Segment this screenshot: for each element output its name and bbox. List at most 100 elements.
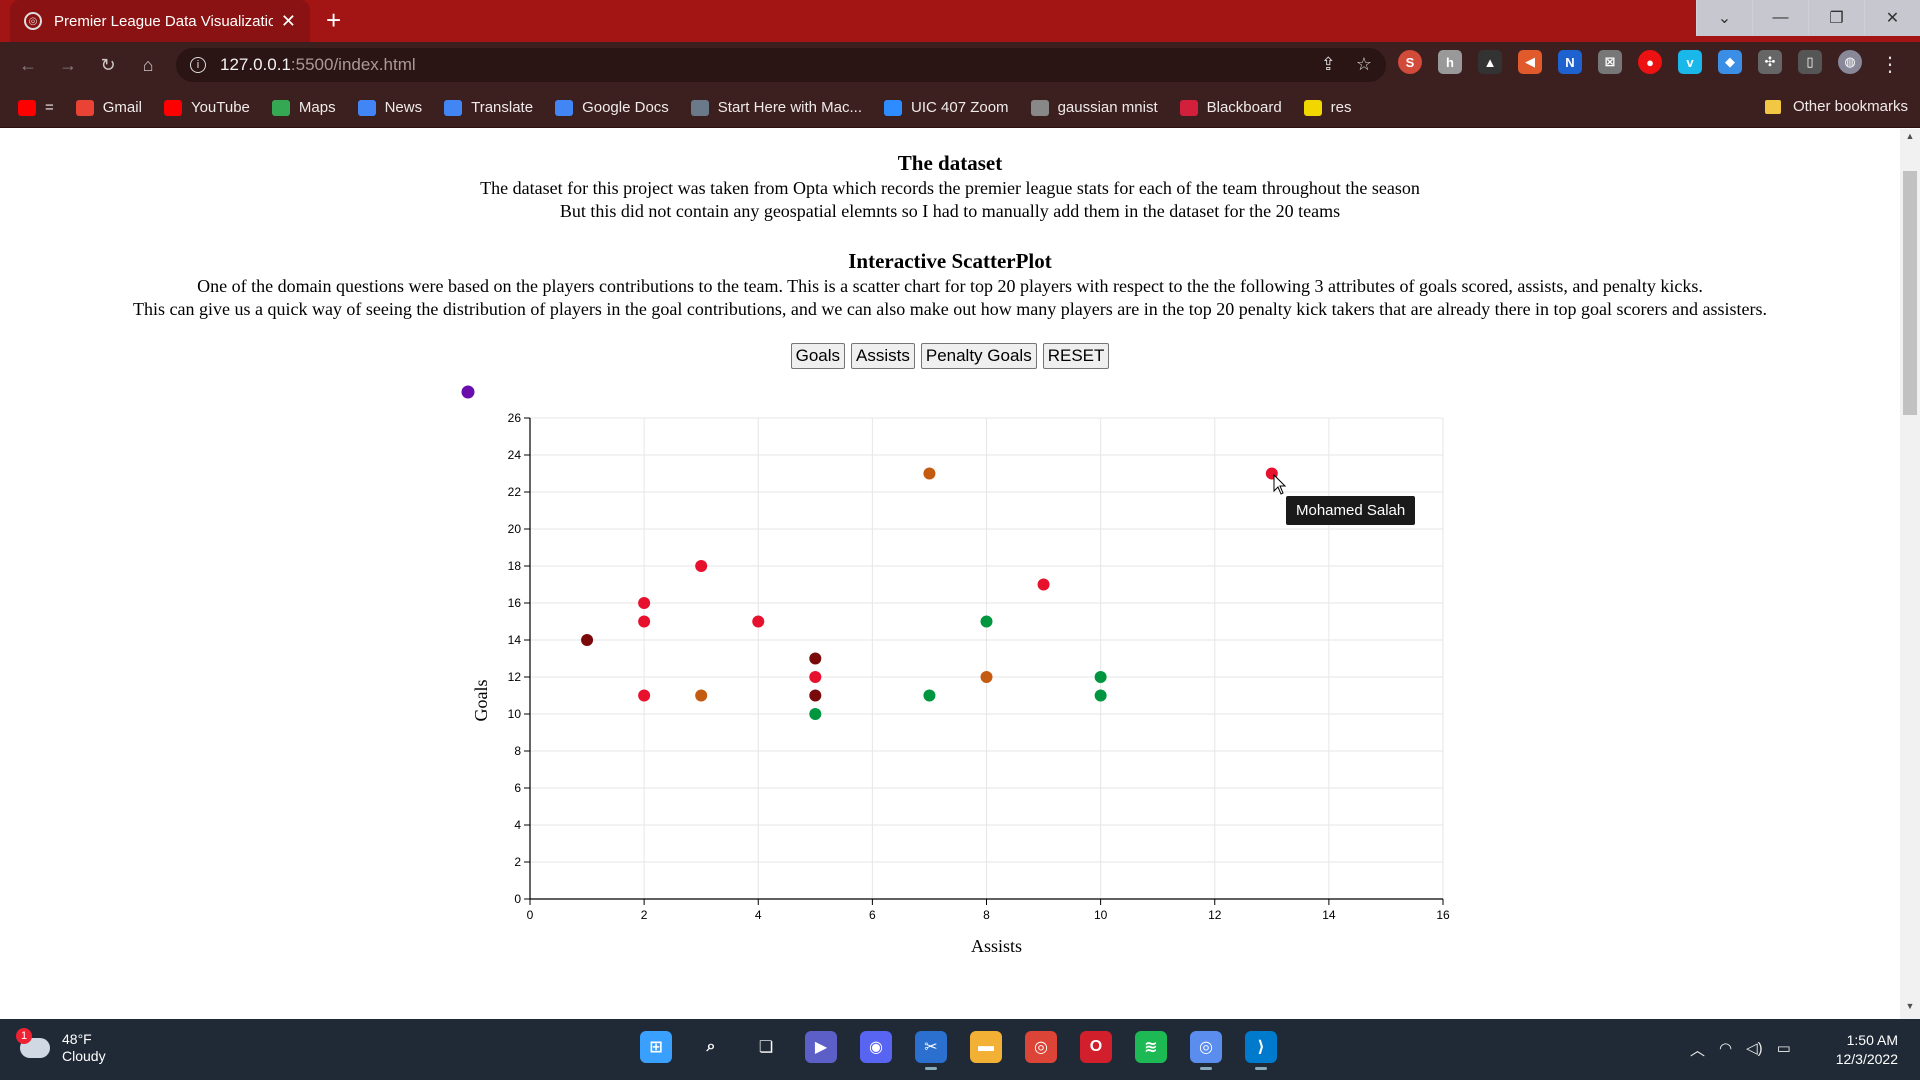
bookmark-item[interactable]: News — [357, 99, 422, 116]
tab-title: Premier League Data Visualizatio — [54, 12, 273, 30]
address-bar[interactable]: i 127.0.0.1:5500/index.html ⇪ ☆ — [176, 48, 1386, 82]
data-point[interactable] — [1094, 671, 1107, 683]
extension-s-icon[interactable]: S — [1398, 50, 1422, 74]
data-point[interactable] — [809, 708, 822, 720]
bookmark-label: res — [1330, 99, 1352, 116]
profile-avatar-icon[interactable]: ◍ — [1838, 50, 1862, 74]
spotify-icon[interactable]: ≋ — [1135, 1031, 1167, 1063]
bookmark-item[interactable]: Blackboard — [1179, 99, 1282, 116]
extension-h-icon[interactable]: h — [1438, 50, 1462, 74]
bookmark-star-icon[interactable]: ☆ — [1356, 54, 1372, 75]
chevron-up-icon[interactable]: ︿ — [1690, 1039, 1705, 1060]
file-explorer-icon[interactable]: ▬ — [970, 1031, 1002, 1063]
data-point[interactable] — [1037, 578, 1050, 591]
bookmark-item[interactable]: Maps — [271, 99, 336, 116]
start-icon[interactable]: ⊞ — [640, 1031, 672, 1063]
bookmark-item[interactable]: = — [18, 99, 54, 116]
other-bookmarks[interactable]: Other bookmarks — [1764, 98, 1908, 115]
discord-icon[interactable]: ◉ — [860, 1031, 892, 1063]
data-point[interactable] — [809, 652, 822, 665]
scroll-up-icon[interactable]: ▲ — [1900, 131, 1920, 147]
bookmark-item[interactable]: Google Docs — [555, 99, 669, 116]
teams-chat-icon[interactable]: ▶ — [805, 1031, 837, 1063]
opera-icon[interactable]: O — [1080, 1031, 1112, 1063]
bookmark-item[interactable]: YouTube — [163, 99, 250, 116]
data-point[interactable] — [695, 689, 708, 702]
page-scrollbar[interactable]: ▲ ▼ — [1900, 129, 1920, 1019]
youtube-icon — [18, 99, 36, 116]
y-tick-label: 20 — [508, 522, 522, 536]
data-point[interactable] — [638, 615, 651, 628]
page-content: The dataset The dataset for this project… — [0, 129, 1900, 1019]
restore-button[interactable]: ❐ — [1808, 0, 1864, 36]
data-point[interactable] — [809, 671, 822, 683]
forward-icon[interactable]: → — [48, 55, 88, 76]
data-point[interactable] — [980, 671, 993, 683]
home-icon[interactable]: ⌂ — [128, 55, 168, 76]
docs-icon — [555, 99, 574, 116]
extension-shield-icon[interactable]: ◆ — [1718, 50, 1742, 74]
bookmark-label: UIC 407 Zoom — [911, 99, 1009, 116]
data-point[interactable] — [980, 615, 993, 628]
scroll-down-icon[interactable]: ▼ — [1900, 1001, 1920, 1017]
extension-record-icon[interactable]: ● — [1638, 50, 1662, 74]
reload-icon[interactable]: ↻ — [88, 55, 128, 76]
close-window-button[interactable]: ✕ — [1864, 0, 1920, 36]
y-tick-label: 6 — [514, 781, 521, 795]
battery-icon[interactable]: ▭ — [1777, 1039, 1791, 1060]
menu-kebab-icon[interactable]: ⋮ — [1880, 52, 1900, 77]
bookmark-item[interactable]: Gmail — [75, 99, 142, 116]
folder-icon — [1764, 99, 1781, 114]
extension-n-icon[interactable]: N — [1558, 50, 1582, 74]
share-icon[interactable]: ⇪ — [1321, 54, 1336, 75]
task-view-icon[interactable]: ❏ — [750, 1031, 782, 1063]
chrome-dev-icon[interactable]: ◎ — [1190, 1031, 1222, 1070]
wifi-icon[interactable]: ◠ — [1719, 1039, 1732, 1060]
extension-megaphone-icon[interactable]: ◀ — [1518, 50, 1542, 74]
extension-x-icon[interactable]: ⊠ — [1598, 50, 1622, 74]
chrome-icon[interactable]: ◎ — [1025, 1031, 1057, 1063]
site-info-icon[interactable]: i — [190, 57, 206, 73]
bookmark-item[interactable]: gaussian mnist — [1030, 99, 1158, 116]
side-panel-icon[interactable]: ▯ — [1798, 50, 1822, 74]
vscode-icon[interactable]: ⟩ — [1245, 1031, 1277, 1070]
data-point[interactable] — [638, 597, 651, 609]
tab-close-button[interactable]: ✕ — [281, 11, 296, 32]
legend-marker-dot — [461, 385, 475, 399]
news-icon — [357, 99, 376, 116]
data-point[interactable] — [923, 467, 936, 480]
data-point[interactable] — [1094, 689, 1107, 702]
x-tick-label: 6 — [869, 908, 876, 922]
bookmark-item[interactable]: UIC 407 Zoom — [884, 99, 1009, 116]
windows-taskbar: 1 48°F Cloudy ⊞ ⌕ ❏ ▶ ◉ ✂ ▬ ◎ O ≋ ◎ ⟩ ︿ ◠ ◁) ▭ 1:50… — [0, 1019, 1920, 1080]
taskbar-apps: ⊞ ⌕ ❏ ▶ ◉ ✂ ▬ ◎ O ≋ ◎ ⟩ — [640, 1031, 1277, 1070]
y-tick-label: 18 — [508, 559, 522, 573]
data-point[interactable] — [638, 689, 651, 702]
tab-search-button[interactable]: ⌄ — [1696, 0, 1752, 36]
new-tab-button[interactable]: + — [326, 5, 341, 36]
extension-hat-icon[interactable]: ▲ — [1478, 50, 1502, 74]
blackboard-icon — [1179, 99, 1198, 116]
snipping-tool-icon[interactable]: ✂ — [915, 1031, 947, 1070]
weather-widget[interactable]: 1 48°F Cloudy — [16, 1028, 106, 1065]
data-point[interactable] — [695, 560, 708, 572]
bookmark-item[interactable]: res — [1303, 99, 1352, 116]
bookmark-label: Blackboard — [1206, 99, 1282, 116]
bookmark-item[interactable]: Translate — [444, 99, 533, 116]
scroll-thumb[interactable] — [1903, 171, 1917, 415]
back-icon[interactable]: ← — [8, 55, 48, 76]
extension-v-icon[interactable]: v — [1678, 50, 1702, 74]
maps-icon — [271, 99, 290, 116]
clock[interactable]: 1:50 AM 12/3/2022 — [1836, 1031, 1898, 1069]
data-point[interactable] — [923, 689, 936, 702]
extensions-puzzle-icon[interactable]: ✣ — [1758, 50, 1782, 74]
search-icon[interactable]: ⌕ — [695, 1031, 727, 1063]
x-tick-label: 16 — [1436, 908, 1450, 922]
minimize-button[interactable]: — — [1752, 0, 1808, 36]
data-point[interactable] — [809, 689, 822, 702]
data-point[interactable] — [581, 634, 594, 646]
volume-icon[interactable]: ◁) — [1746, 1039, 1763, 1060]
bookmark-item[interactable]: Start Here with Mac... — [690, 99, 862, 116]
data-point[interactable] — [752, 615, 765, 628]
browser-tab[interactable]: ◎ Premier League Data Visualizatio ✕ — [10, 0, 310, 42]
